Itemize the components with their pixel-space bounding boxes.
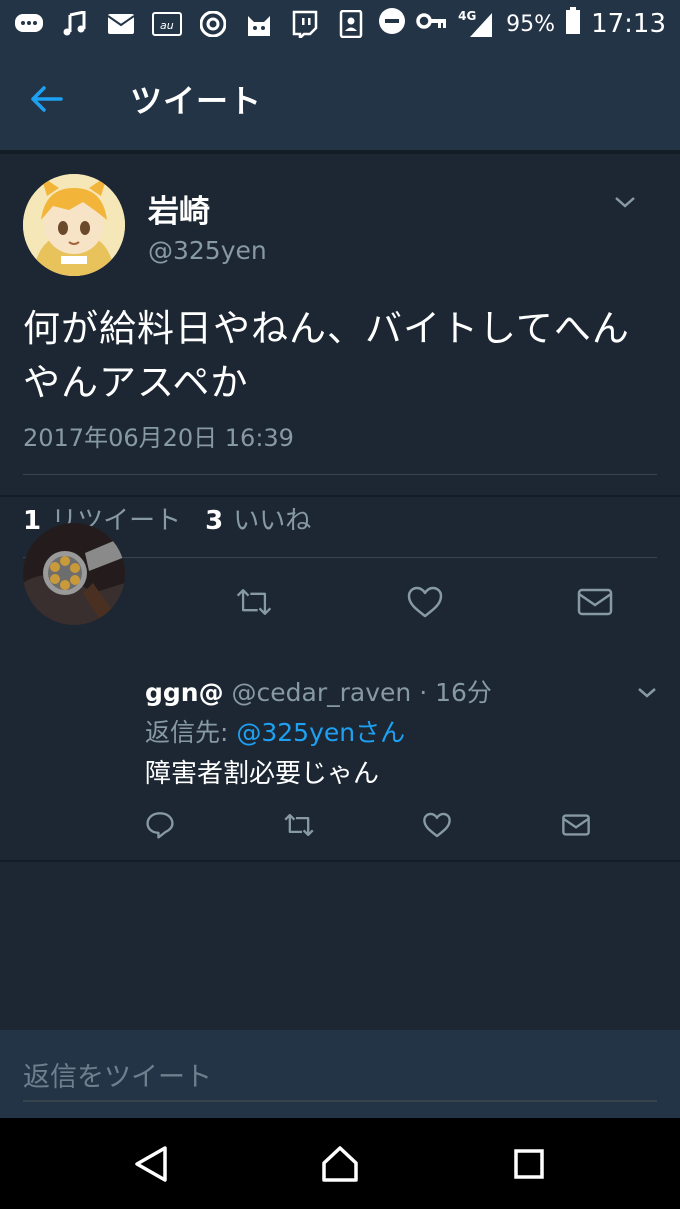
battery-percent: 95%	[506, 11, 556, 37]
tweet-timestamp: 2017年06月20日 16:39	[23, 424, 294, 452]
reply-reply-button[interactable]	[140, 805, 180, 845]
chrome-icon	[198, 10, 228, 38]
reply-author-name[interactable]: ggn@	[145, 678, 224, 707]
author-handle[interactable]: @325yen	[148, 236, 267, 265]
triangle-back-icon	[135, 1146, 167, 1182]
battery-icon	[565, 7, 581, 41]
reply-avatar[interactable]	[23, 523, 125, 625]
nav-back-button[interactable]	[131, 1144, 171, 1184]
reply-text: 障害者割必要じゃん	[145, 759, 380, 789]
twitch-icon	[290, 10, 320, 38]
key-icon	[416, 11, 448, 37]
reply-retweet-button[interactable]	[279, 805, 319, 845]
tweet-menu-button[interactable]	[608, 190, 642, 214]
tweet-text: 何が給料日やねん、バイトしてへんやんアスペか	[23, 307, 630, 404]
square-recents-icon	[514, 1149, 544, 1179]
messages-icon	[14, 10, 44, 38]
system-nav-bar	[0, 1118, 680, 1209]
app-bar: ツイート	[0, 48, 680, 150]
divider	[0, 150, 680, 154]
heart-icon	[423, 812, 451, 838]
reply-share-button[interactable]	[556, 805, 596, 845]
reply-icon	[146, 812, 174, 839]
reply-to-mention[interactable]: @325yenさん	[236, 718, 405, 747]
divider	[23, 474, 657, 475]
status-bar: au 4G 95% 17:13	[0, 0, 680, 48]
author-name[interactable]: 岩崎	[148, 186, 210, 231]
mail-icon	[562, 814, 590, 836]
chevron-down-icon	[615, 197, 635, 208]
nav-home-button[interactable]	[320, 1144, 360, 1184]
back-arrow-icon	[31, 86, 63, 112]
cat-app-icon	[244, 10, 274, 38]
nav-recents-button[interactable]	[509, 1144, 549, 1184]
chevron-down-icon	[638, 688, 656, 698]
reply-actions	[0, 805, 680, 845]
page-title: ツイート	[130, 82, 263, 120]
reply-composer	[0, 1030, 680, 1118]
do-not-disturb-icon	[378, 7, 406, 41]
reply-avatar-image	[23, 523, 125, 625]
back-button[interactable]	[0, 48, 92, 150]
divider	[0, 860, 680, 862]
reply-input[interactable]	[23, 1054, 657, 1102]
reply-like-button[interactable]	[417, 805, 457, 845]
avatar-image	[23, 174, 125, 276]
signal-icon: 4G	[458, 9, 496, 39]
home-icon	[322, 1146, 358, 1182]
retweet-icon	[284, 813, 314, 837]
contacts-icon	[336, 10, 366, 38]
svg-text:au: au	[160, 19, 174, 32]
avatar[interactable]	[23, 174, 125, 276]
music-icon	[60, 10, 90, 38]
reply-meta: @cedar_raven · 16分	[223, 678, 492, 707]
reply-menu-button[interactable]	[634, 683, 660, 703]
reply-header: ggn@ @cedar_raven · 16分	[145, 673, 492, 709]
clock: 17:13	[591, 9, 666, 39]
au-mail-icon	[106, 10, 136, 38]
reply-to-label: 返信先:	[145, 718, 237, 747]
au-icon: au	[152, 10, 182, 38]
reply-to-line: 返信先: @325yenさん	[145, 713, 405, 749]
